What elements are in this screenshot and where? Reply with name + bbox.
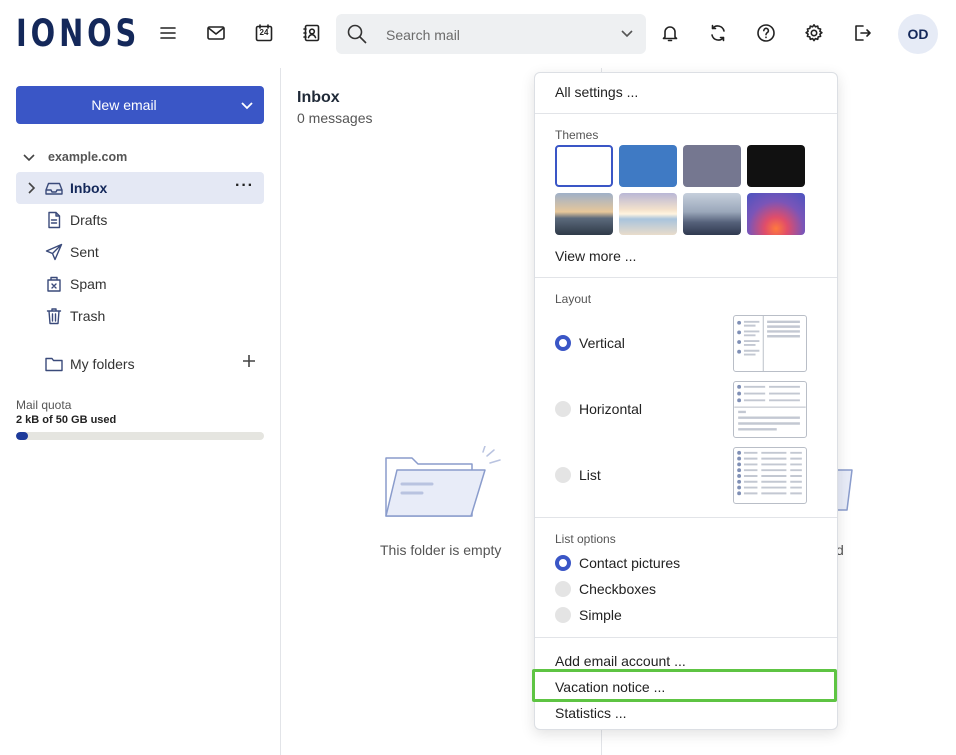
radio-unselected[interactable] [555,607,571,623]
mail-quota-fill [16,432,29,440]
empty-folder-text: This folder is empty [380,542,502,558]
mail-quota-bar [16,432,264,440]
sidebar-item-trash[interactable]: Trash [16,300,264,332]
list-option-simple[interactable]: Simple [555,605,622,625]
vacation-notice-link[interactable]: Vacation notice ... [555,679,665,695]
layout-option-label: Vertical [579,335,625,351]
folder-icon [44,354,64,374]
list-option-checkboxes[interactable]: Checkboxes [555,579,656,599]
help-icon[interactable] [750,17,782,49]
list-option-label: Simple [579,607,622,623]
folder-title: Inbox [297,89,340,106]
all-settings-link[interactable]: All settings ... [555,84,638,100]
radio-unselected[interactable] [555,581,571,597]
sidebar-item-label: My folders [70,356,135,372]
more-options-icon[interactable]: ··· [235,177,254,195]
layout-option-horizontal[interactable]: Horizontal [555,399,642,419]
sidebar-item-label: Spam [70,276,107,292]
logout-icon[interactable] [846,17,878,49]
add-folder-plus-icon[interactable] [240,352,258,373]
settings-dropdown: All settings ... Themes View more ... La… [534,72,838,730]
radio-unselected[interactable] [555,467,571,483]
search-input[interactable] [386,22,606,48]
settings-gear-icon[interactable] [798,17,830,49]
search-options-chevron-icon[interactable] [620,26,634,45]
layout-option-label: List [579,467,601,483]
radio-unselected[interactable] [555,401,571,417]
refresh-icon[interactable] [702,17,734,49]
vertical-layout-thumbnail-icon [733,315,807,372]
trash-icon [44,306,64,326]
top-bar: IONOS 24 OD [0,0,956,68]
drafts-icon [44,210,64,230]
radio-selected[interactable] [555,555,571,571]
sidebar-item-label: Inbox [70,180,108,196]
sidebar: New email example.com Inbox ··· Drafts S… [0,68,280,755]
ionos-logo[interactable]: IONOS [16,14,140,54]
mail-icon[interactable] [200,17,232,49]
account-name: example.com [48,150,128,164]
horizontal-layout-thumbnail-icon [733,381,807,438]
sidebar-item-label: Trash [70,308,106,324]
empty-folder-illustration-icon [385,446,501,517]
new-email-button[interactable]: New email [16,86,264,124]
pane-divider [280,68,281,755]
theme-white[interactable] [555,145,613,187]
menu-divider [535,517,837,518]
theme-city[interactable] [683,193,741,235]
layout-option-list[interactable]: List [555,465,601,485]
inbox-icon [44,178,64,198]
menu-icon[interactable] [152,17,184,49]
themes-section-label: Themes [555,128,599,142]
sidebar-item-spam[interactable]: Spam [16,268,264,300]
view-more-themes-link[interactable]: View more ... [555,248,636,264]
chevron-right-icon[interactable] [24,181,38,198]
chevron-down-icon [23,154,35,162]
mail-quota-used: 2 kB of 50 GB used [16,414,117,426]
statistics-link[interactable]: Statistics ... [555,705,627,721]
sidebar-item-label: Sent [70,244,99,260]
layout-section-label: Layout [555,292,592,306]
mail-quota-label: Mail quota [16,398,72,412]
theme-sunset[interactable] [747,193,805,235]
user-avatar[interactable]: OD [898,14,938,54]
radio-selected[interactable] [555,335,571,351]
search-icon[interactable] [346,23,368,50]
theme-gray[interactable] [683,145,741,187]
theme-black[interactable] [747,145,805,187]
menu-divider [535,637,837,638]
sidebar-item-sent[interactable]: Sent [16,236,264,268]
list-options-section-label: List options [555,532,616,546]
spam-icon [44,274,64,294]
sidebar-item-drafts[interactable]: Drafts [16,204,264,236]
new-email-label: New email [91,97,157,113]
search-bar[interactable] [336,14,646,54]
theme-mountains[interactable] [555,193,613,235]
layout-option-label: Horizontal [579,401,643,417]
sidebar-item-label: Drafts [70,212,108,228]
layout-option-vertical[interactable]: Vertical [555,333,625,353]
list-option-label: Contact pictures [579,555,681,571]
theme-blue[interactable] [619,145,677,187]
add-email-account-link[interactable]: Add email account ... [555,653,686,669]
contacts-icon[interactable] [296,17,328,49]
calendar-icon[interactable]: 24 [248,17,280,49]
menu-divider [535,277,837,278]
list-option-contact-pictures[interactable]: Contact pictures [555,553,680,573]
calendar-day: 24 [259,28,269,37]
notifications-bell-icon[interactable] [654,17,686,49]
account-header[interactable]: example.com [22,148,127,166]
sent-icon [44,242,64,262]
theme-beach[interactable] [619,193,677,235]
list-option-label: Checkboxes [579,581,657,597]
list-layout-thumbnail-icon [733,447,807,504]
menu-divider [535,113,837,114]
message-count: 0 messages [297,110,373,126]
new-email-dropdown-chevron-icon[interactable] [240,98,254,115]
sidebar-item-my-folders[interactable]: My folders [16,348,264,380]
sidebar-item-inbox[interactable]: Inbox ··· [16,172,264,204]
